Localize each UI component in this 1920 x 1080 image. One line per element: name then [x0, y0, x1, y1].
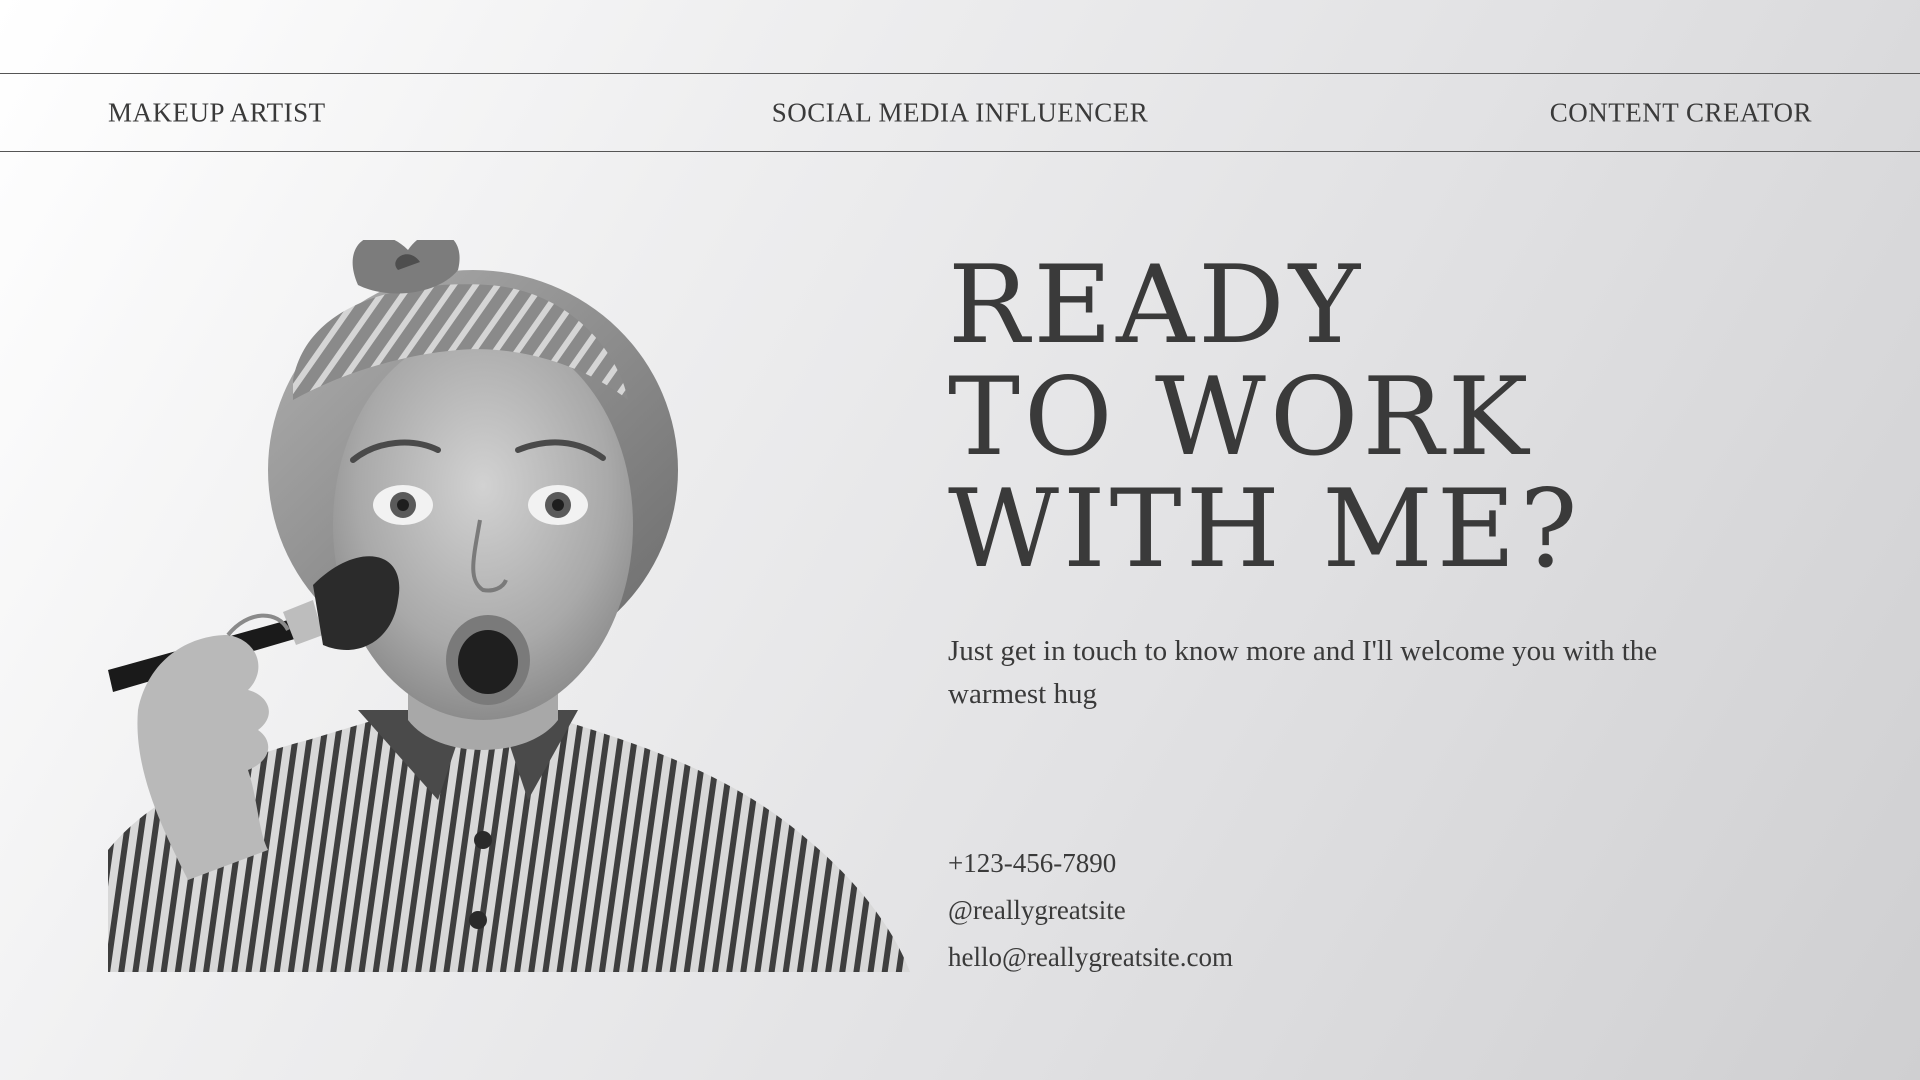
contact-email[interactable]: hello@reallygreatsite.com: [948, 934, 1233, 981]
role-bar: MAKEUP ARTIST SOCIAL MEDIA INFLUENCER CO…: [0, 73, 1920, 152]
headline-line-2: TO WORK: [948, 355, 1533, 480]
headline-line-3: WITH ME?: [948, 467, 1582, 592]
headline-line-1: READY: [948, 243, 1365, 368]
portrait-photo: [108, 240, 910, 972]
headline: READY TO WORK WITH ME?: [948, 250, 1582, 586]
contact-phone[interactable]: +123-456-7890: [948, 840, 1233, 887]
contact-social[interactable]: @reallygreatsite: [948, 887, 1233, 934]
role-makeup-artist: MAKEUP ARTIST: [108, 97, 326, 127]
role-social-media-influencer: SOCIAL MEDIA INFLUENCER: [771, 97, 1149, 127]
contact-list: +123-456-7890 @reallygreatsite hello@rea…: [948, 840, 1233, 981]
role-content-creator: CONTENT CREATOR: [1549, 97, 1812, 127]
intro-text: Just get in touch to know more and I'll …: [948, 635, 1658, 710]
